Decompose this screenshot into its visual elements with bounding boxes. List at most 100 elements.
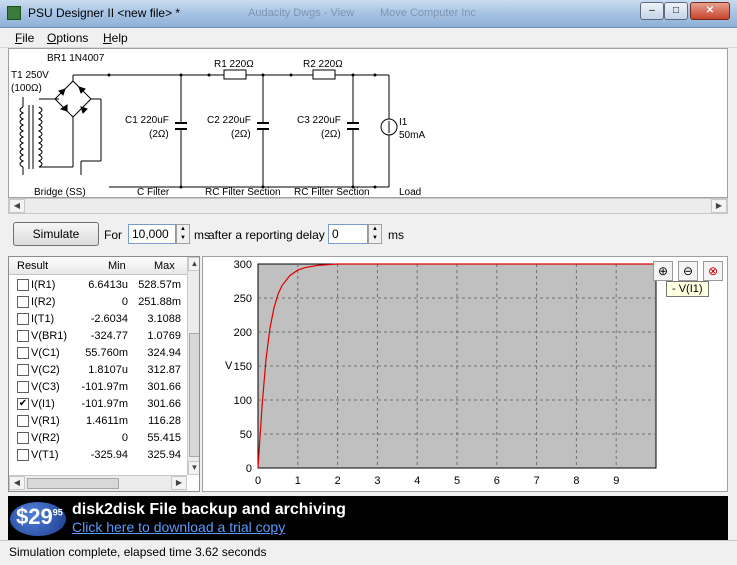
schematic-scrollbar[interactable]: ◀ ▶ [8,198,728,214]
download-trial-link[interactable]: Click here to download a trial copy [72,519,285,535]
close-button[interactable]: ✕ [690,2,730,20]
background-window-title: Audacity Dwgs - View [248,7,355,19]
table-row[interactable]: V(C2) 1.8107u 312.87 [9,361,187,378]
result-name: V(BR1) [31,330,68,342]
scroll-thumb[interactable] [189,333,199,457]
table-row[interactable]: V(C3) -101.97m 301.66 [9,378,187,395]
table-row[interactable]: V(BR1) -324.77 1.0769 [9,327,187,344]
result-checkbox[interactable] [17,432,29,444]
voltage-chart: 0 1 2 3 4 5 6 7 8 9 0 50 100 150 200 250 300 V [225,259,657,487]
y-tick-label: 50 [240,429,252,441]
c1-label: C1 220uF [125,115,169,126]
zoom-out-icon[interactable]: ⊖ [678,261,698,281]
y-tick-label: 300 [234,259,252,271]
duration-input[interactable]: 10,000 [128,224,176,244]
result-max: 1.0769 [147,330,181,342]
table-row[interactable]: V(R2) 0 55.415 [9,429,187,446]
zoom-in-icon[interactable]: ⊕ [653,261,673,281]
result-min: 0 [121,296,128,308]
scroll-left-icon[interactable]: ◀ [9,476,25,490]
result-name: V(I1) [31,398,55,410]
result-max: 324.94 [147,347,181,359]
delay-unit: ms [388,228,404,242]
status-text: Simulation complete, elapsed time 3.62 s… [9,545,267,559]
result-checkbox[interactable] [17,381,29,393]
app-icon [7,6,21,20]
zoom-reset-icon[interactable]: ⊗ [703,261,723,281]
load-value: 50mA [399,130,425,141]
result-checkbox[interactable] [17,313,29,325]
result-min: 1.4611m [86,415,128,427]
scroll-down-icon[interactable]: ▼ [188,461,199,475]
result-min: 6.6413u [88,279,128,291]
up-arrow-icon[interactable]: ▲ [177,225,189,234]
scroll-right-icon[interactable]: ▶ [711,199,727,213]
scroll-right-icon[interactable]: ▶ [171,476,187,490]
result-max: 301.66 [147,381,181,393]
result-max: 301.66 [147,398,181,410]
result-min: 55.760m [85,347,128,359]
delay-label: after a reporting delay of [208,228,339,242]
column-header-result[interactable]: Result [17,260,48,272]
simulate-button[interactable]: Simulate [13,222,99,246]
ad-banner[interactable]: $2995 disk2disk File backup and archivin… [8,496,728,540]
result-min: -101.97m [81,381,128,393]
current-source-symbol [380,75,398,187]
table-row[interactable]: I(R1) 6.6413u 528.57m [9,276,187,293]
menu-file[interactable]: File [15,31,34,45]
result-name: I(R2) [31,296,56,308]
result-checkbox[interactable] [17,330,29,342]
result-min: 0 [121,432,128,444]
result-checkbox[interactable] [17,415,29,427]
scroll-left-icon[interactable]: ◀ [9,199,25,213]
x-tick-label: 5 [454,475,460,487]
down-arrow-icon[interactable]: ▼ [369,234,381,243]
plot-panel[interactable]: 0 1 2 3 4 5 6 7 8 9 0 50 100 150 200 250 300 V ⊕ ⊖ ⊗ [202,256,728,492]
down-arrow-icon[interactable]: ▼ [177,234,189,243]
results-header: Result Min Max [9,257,187,275]
up-arrow-icon[interactable]: ▲ [369,225,381,234]
table-row[interactable]: I(R2) 0 251.88m [9,293,187,310]
results-vertical-scrollbar[interactable]: ▲ ▼ [187,257,199,475]
table-row[interactable]: V(T1) -325.94 325.94 [9,446,187,463]
result-checkbox[interactable] [17,296,29,308]
result-name: V(C1) [31,347,60,359]
column-header-max[interactable]: Max [154,260,175,272]
section-label: Bridge (SS) [34,187,86,197]
table-row[interactable]: V(R1) 1.4611m 116.28 [9,412,187,429]
column-header-min[interactable]: Min [108,260,126,272]
result-checkbox[interactable] [17,279,29,291]
x-tick-label: 9 [613,475,619,487]
menu-help[interactable]: Help [103,31,128,45]
result-checkbox[interactable]: ✔ [17,398,29,410]
menu-options[interactable]: Options [47,31,88,45]
result-min: -2.6034 [90,313,128,325]
table-row[interactable]: V(C1) 55.760m 324.94 [9,344,187,361]
maximize-button[interactable]: □ [664,2,688,20]
delay-input[interactable]: 0 [328,224,368,244]
duration-stepper[interactable]: ▲ ▼ [176,224,190,244]
result-max: 325.94 [147,449,181,461]
delay-stepper[interactable]: ▲ ▼ [368,224,382,244]
scroll-up-icon[interactable]: ▲ [188,257,199,271]
simulation-controls: Simulate For 10,000 ▲ ▼ ms after a report… [8,218,728,252]
c1-esr: (2Ω) [149,129,169,140]
transformer-resistance: (100Ω) [11,83,42,94]
table-row[interactable]: ✔ V(I1) -101.97m 301.66 [9,395,187,412]
result-checkbox[interactable] [17,449,29,461]
results-table: Result Min Max I(R1) 6.6413u 528.57m I(R2) 0… [8,256,200,492]
result-checkbox[interactable] [17,364,29,376]
result-max: 3.1088 [147,313,181,325]
results-horizontal-scrollbar[interactable]: ◀ ▶ [9,475,187,491]
bridge-rectifier-symbol [54,75,102,175]
legend-tooltip: - V(I1) [666,281,709,297]
scroll-thumb[interactable] [27,478,119,489]
rectifier-label: BR1 1N4007 [47,53,105,64]
result-checkbox[interactable] [17,347,29,359]
minimize-button[interactable]: – [640,2,664,20]
x-tick-label: 3 [374,475,380,487]
schematic-view[interactable]: T1 250V (100Ω) BR1 1N4007 R1 220Ω R2 220… [8,48,728,198]
y-tick-label: 100 [234,395,252,407]
background-window-title: Move Computer Inc [380,7,476,19]
table-row[interactable]: I(T1) -2.6034 3.1088 [9,310,187,327]
